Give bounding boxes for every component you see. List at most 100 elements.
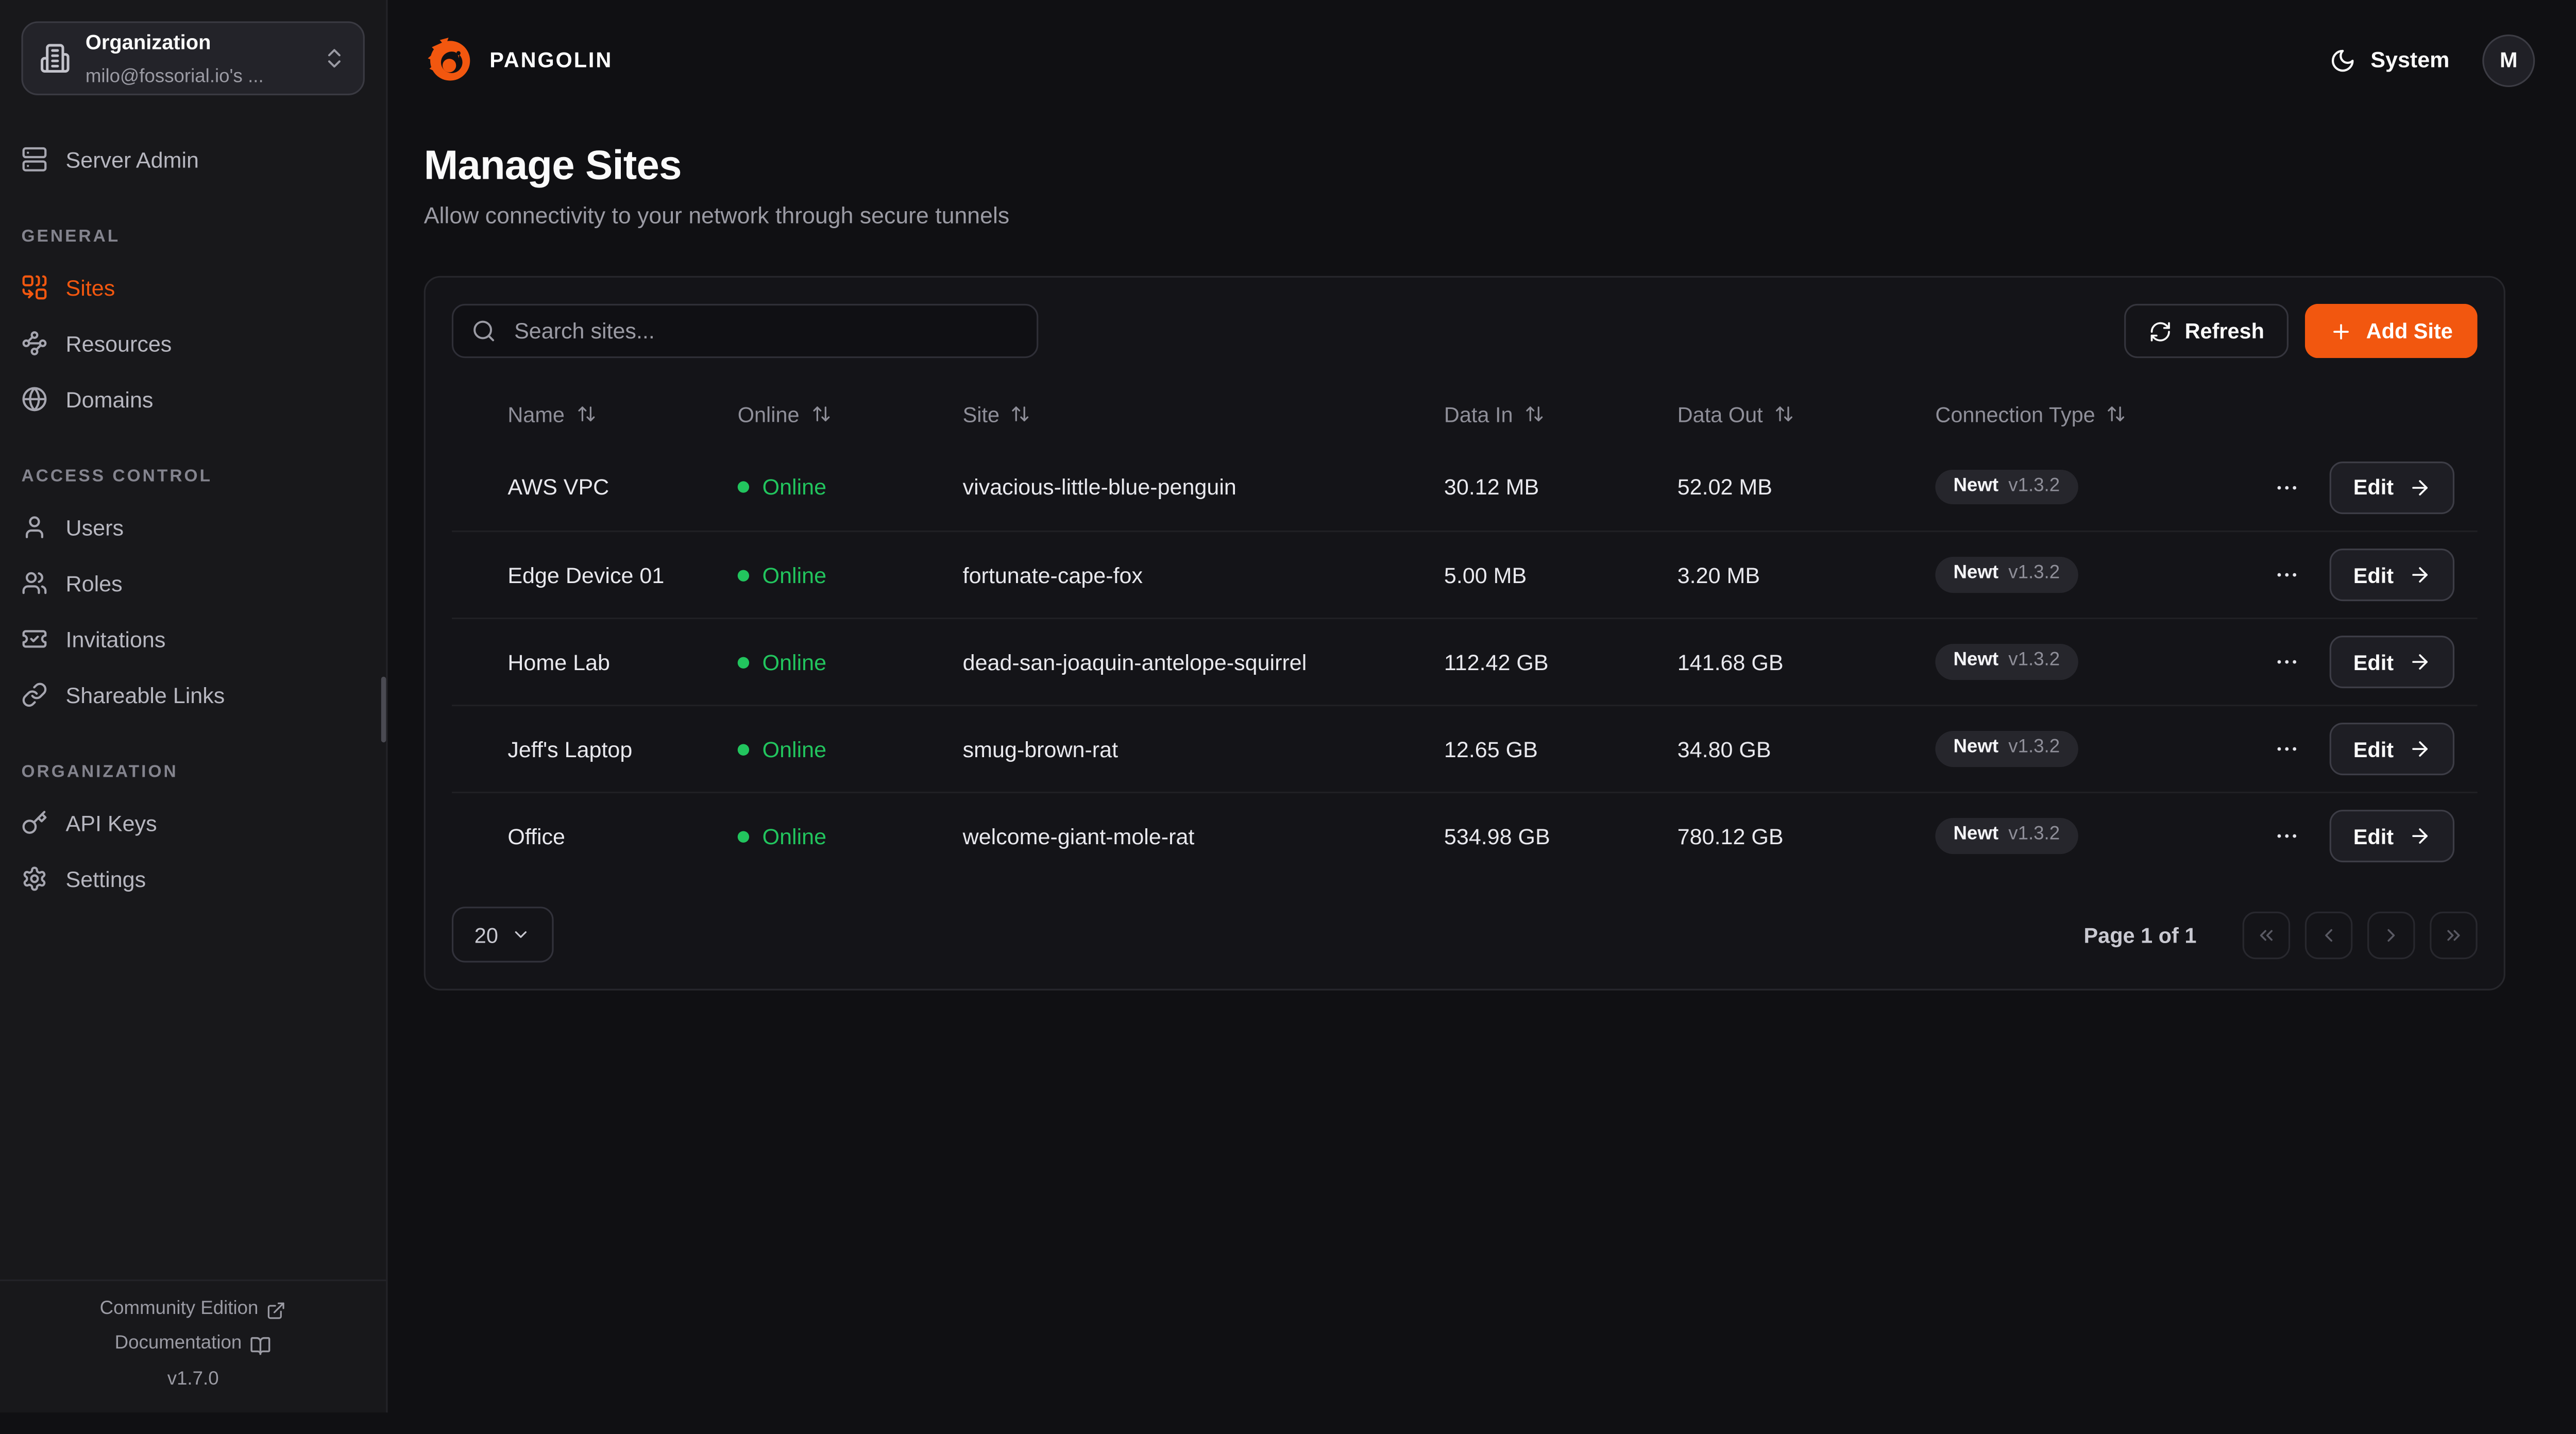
main-area: PANGOLIN System M Manage Sites Allow con… [388,0,2576,1412]
theme-toggle[interactable]: System [2330,47,2450,73]
server-icon [21,146,47,173]
brand: PANGOLIN [424,35,613,86]
site-name-cell: Home Lab [452,650,711,674]
site-name-cell: AWS VPC [452,475,711,500]
table-row: Home Lab Online dead-san-joaquin-antelop… [452,618,2478,705]
community-edition-link[interactable]: Community Edition [16,1300,370,1320]
sidebar-item-label: Server Admin [66,147,199,172]
column-header-name[interactable]: Name [452,402,711,426]
avatar[interactable]: M [2482,33,2535,86]
edit-button[interactable]: Edit [2330,810,2454,862]
page-info: Page 1 of 1 [2084,922,2197,947]
table-row: AWS VPC Online vivacious-little-blue-pen… [452,443,2478,531]
combine-icon [21,275,47,301]
online-status-cell: Online [711,562,937,587]
arrow-right-icon [2409,475,2432,499]
data-in-cell: 534.98 GB [1418,824,1651,848]
sidebar-item-api-keys[interactable]: API Keys [21,795,364,850]
moon-icon [2330,47,2356,73]
ticket-check-icon [21,626,47,652]
connection-type-cell: Newt v1.3.2 [1909,818,2193,854]
online-status-dot [738,743,749,755]
sidebar-scrollbar-thumb[interactable] [381,677,386,743]
online-status-cell: Online [711,650,937,674]
table-row: Office Online welcome-giant-mole-rat 534… [452,792,2478,879]
sort-icon [1524,404,1544,423]
connection-type-cell: Newt v1.3.2 [1909,469,2193,505]
data-out-cell: 780.12 GB [1651,824,1909,848]
chevrons-left-icon [2256,924,2277,945]
column-header-site[interactable]: Site [937,402,1418,426]
first-page-button[interactable] [2243,911,2290,958]
site-name-cell: Jeff's Laptop [452,737,711,761]
user-icon [21,514,47,540]
column-header-connection-type[interactable]: Connection Type [1909,402,2193,426]
sort-icon [576,404,596,423]
topbar: PANGOLIN System M [388,0,2576,120]
documentation-link[interactable]: Documentation [16,1335,370,1356]
data-in-cell: 112.42 GB [1418,650,1651,674]
chevrons-up-down-icon [322,46,347,71]
sidebar-item-label: Domains [66,387,154,412]
sidebar-item-roles[interactable]: Roles [21,555,364,611]
sidebar-item-invitations[interactable]: Invitations [21,611,364,667]
sidebar: Organization milo@fossorial.io's ... Ser… [0,0,388,1412]
refresh-button[interactable]: Refresh [2124,304,2289,358]
globe-icon [21,386,47,412]
data-out-cell: 52.02 MB [1651,475,1909,500]
building-icon [40,43,71,74]
sidebar-item-label: Resources [66,331,172,356]
sidebar-item-sites[interactable]: Sites [21,260,364,315]
arrow-right-icon [2409,651,2432,674]
search-input[interactable] [511,317,1019,345]
edit-button[interactable]: Edit [2330,549,2454,601]
edit-button[interactable]: Edit [2330,723,2454,775]
app-window: Organization milo@fossorial.io's ... Ser… [0,0,2576,1412]
users-icon [21,570,47,596]
online-status-cell: Online [711,475,937,500]
column-header-data-in[interactable]: Data In [1418,402,1651,426]
sidebar-item-label: API Keys [66,811,157,835]
data-out-cell: 34.80 GB [1651,737,1909,761]
online-status-dot [738,830,749,842]
ellipsis-icon [2275,649,2301,675]
online-status-dot [738,569,749,581]
search-box [452,304,1038,358]
sidebar-section-organization: ORGANIZATION [21,762,364,782]
sidebar-item-resources[interactable]: Resources [21,315,364,371]
chevron-left-icon [2318,924,2339,945]
sidebar-item-users[interactable]: Users [21,499,364,555]
sort-icon [1011,404,1030,423]
row-menu-button[interactable] [2268,642,2308,682]
add-site-button[interactable]: Add Site [2306,304,2478,358]
refresh-icon [2148,319,2172,343]
column-header-online[interactable]: Online [711,402,937,426]
sidebar-item-shareable-links[interactable]: Shareable Links [21,667,364,723]
page-subtitle: Allow connectivity to your network throu… [424,202,2540,228]
connection-type-cell: Newt v1.3.2 [1909,731,2193,767]
sidebar-item-domains[interactable]: Domains [21,371,364,427]
row-menu-button[interactable] [2268,729,2308,769]
sidebar-item-server-admin[interactable]: Server Admin [21,131,364,187]
row-menu-button[interactable] [2268,555,2308,595]
site-slug-cell: fortunate-cape-fox [937,562,1418,587]
edit-button[interactable]: Edit [2330,636,2454,688]
next-page-button[interactable] [2367,911,2415,958]
last-page-button[interactable] [2430,911,2477,958]
sidebar-item-label: Invitations [66,627,166,652]
site-name-cell: Office [452,824,711,848]
row-menu-button[interactable] [2268,467,2308,507]
connection-type-cell: Newt v1.3.2 [1909,644,2193,680]
edit-button[interactable]: Edit [2330,460,2454,513]
column-header-data-out[interactable]: Data Out [1651,402,1909,426]
ellipsis-icon [2275,736,2301,762]
site-slug-cell: smug-brown-rat [937,737,1418,761]
sidebar-item-label: Roles [66,571,123,595]
sidebar-item-label: Settings [66,866,146,891]
sidebar-section-general: GENERAL [21,227,364,246]
page-size-select[interactable]: 20 [452,907,554,962]
row-menu-button[interactable] [2268,816,2308,856]
org-selector[interactable]: Organization milo@fossorial.io's ... [21,21,364,95]
previous-page-button[interactable] [2305,911,2352,958]
sidebar-item-settings[interactable]: Settings [21,851,364,907]
